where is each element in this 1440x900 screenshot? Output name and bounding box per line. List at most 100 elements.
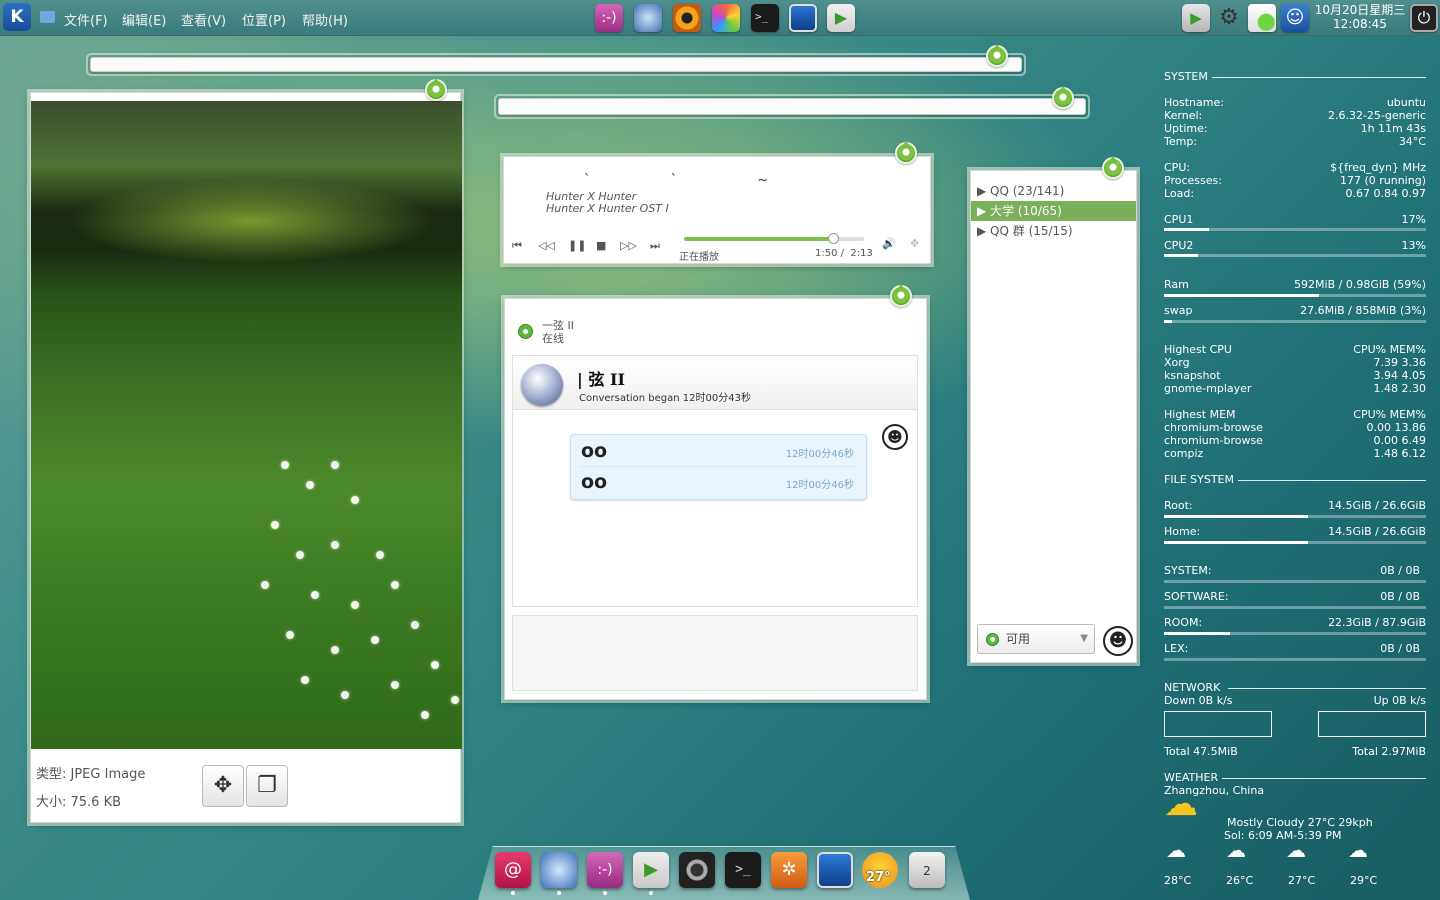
message-input[interactable] xyxy=(512,615,918,691)
row-value: 13% xyxy=(1401,239,1426,252)
pinwheel-icon[interactable] xyxy=(712,4,740,32)
row-label: Home: xyxy=(1164,525,1201,538)
running-indicator xyxy=(511,891,515,895)
kde-menu-icon[interactable]: K xyxy=(3,3,31,31)
menu-view[interactable]: 查看(V) xyxy=(181,10,226,29)
debian-icon[interactable]: @ xyxy=(495,852,531,888)
rain-cloud-icon: ☁ xyxy=(1286,838,1306,862)
hostname-row: Hostname: ubuntu xyxy=(1164,96,1426,109)
row-label: ksnapshot xyxy=(1164,369,1221,382)
forward-icon[interactable]: ▷▷ xyxy=(620,239,637,252)
settings-gear-icon[interactable]: ⚙ xyxy=(1215,4,1243,32)
clock[interactable]: 10月20日星期三 12:08:45 xyxy=(1312,3,1408,31)
chat-icon[interactable]: :-) xyxy=(587,852,623,888)
music-player-window: ` ` ~ Hunter X Hunter Hunter X Hunter OS… xyxy=(503,156,931,264)
second-bar-pin-icon[interactable] xyxy=(1052,86,1074,109)
row-value: ubuntu xyxy=(1386,96,1426,109)
row-value: 22.3GiB / 87.9GiB xyxy=(1328,616,1426,629)
swap-bar xyxy=(1164,320,1426,323)
fs-home-row: Home: 14.5GiB / 26.6GiB xyxy=(1164,525,1426,538)
folder-icon xyxy=(40,11,55,23)
image-viewer-window: 类型: JPEG Image 大小: 75.6 KB ✥ ❐ xyxy=(30,92,462,823)
seek-slider[interactable] xyxy=(684,233,864,244)
buddy-face-icon[interactable]: ☻ xyxy=(882,424,908,450)
row-value: 1h 11m 43s xyxy=(1360,122,1426,135)
elapsed-time: 1:50 / xyxy=(815,248,845,259)
processes-row: Processes: 177 (0 running) xyxy=(1164,174,1426,187)
total-time: 2:13 xyxy=(850,248,873,259)
group-label: 大学 (10/65) xyxy=(990,204,1062,218)
status-dropdown[interactable]: 可用 ▼ xyxy=(977,624,1095,654)
monitor-icon[interactable] xyxy=(817,852,853,888)
group-qq-groups[interactable]: ▶ QQ 群 (15/15) xyxy=(971,221,1136,241)
stop-icon[interactable]: ■ xyxy=(596,239,606,252)
media-player-icon[interactable]: ▶ xyxy=(633,852,669,888)
weather-sun: Sol: 6:09 AM-5:39 PM xyxy=(1224,829,1424,842)
menu-edit[interactable]: 编辑(E) xyxy=(122,10,166,29)
seek-fill xyxy=(684,237,834,241)
player-pin-icon[interactable] xyxy=(895,141,917,164)
ubuntu-icon[interactable]: ✲ xyxy=(771,852,807,888)
network-rate-row: Down 0B k/s Up 0B k/s xyxy=(1164,694,1426,707)
volume-icon[interactable]: 🔊 xyxy=(882,237,896,250)
media-player-icon[interactable]: ▶ xyxy=(827,4,855,32)
pause-icon[interactable]: ❚❚ xyxy=(568,239,586,252)
row-label: Xorg xyxy=(1164,356,1190,369)
group-qq[interactable]: ▶ QQ (23/141) xyxy=(971,181,1136,201)
menu-file[interactable]: 文件(F) xyxy=(64,10,108,29)
process-row: gnome-mplayer 1.48 2.30 xyxy=(1164,382,1426,395)
skip-forward-icon[interactable]: ⏭ xyxy=(650,239,660,253)
divider xyxy=(1212,77,1426,78)
row-label: Uptime: xyxy=(1164,122,1208,135)
seek-handle[interactable] xyxy=(828,233,840,244)
eye-icon[interactable] xyxy=(673,4,701,32)
row-label: swap xyxy=(1164,304,1193,317)
weather-icon[interactable]: 27° xyxy=(862,852,898,888)
drive-row: LEX: 0B / 0B xyxy=(1164,642,1426,655)
browser-icon[interactable] xyxy=(541,852,577,888)
drive-row: ROOM: 22.3GiB / 87.9GiB xyxy=(1164,616,1426,629)
bar-fill xyxy=(1164,254,1199,257)
row-label: Highest CPU xyxy=(1164,343,1232,356)
row-label: SYSTEM: xyxy=(1164,564,1212,577)
phone-icon[interactable]: 2 xyxy=(909,852,945,888)
tray-media-player-icon[interactable]: ▶ xyxy=(1182,4,1210,32)
camera-icon[interactable] xyxy=(679,852,715,888)
row-label: CPU: xyxy=(1164,161,1191,174)
group-university[interactable]: ▶ 大学 (10/65) xyxy=(971,201,1136,221)
play-status: 正在播放 xyxy=(679,252,719,263)
monitor-icon[interactable] xyxy=(789,4,817,32)
buddy-face-icon[interactable]: ☻ xyxy=(1103,626,1133,656)
process-row: chromium-browse 0.00 6.49 xyxy=(1164,434,1426,447)
move-button[interactable]: ✥ xyxy=(202,765,244,807)
accessibility-icon[interactable]: ☺ xyxy=(1281,4,1309,32)
row-label: chromium-browse xyxy=(1164,434,1263,447)
row-value: 1.48 6.12 xyxy=(1373,447,1426,460)
copy-button[interactable]: ❐ xyxy=(246,765,288,807)
forecast-row: 28°C 26°C 27°C 29°C xyxy=(1164,874,1426,887)
rewind-icon[interactable]: ◁◁ xyxy=(538,239,555,252)
message-area[interactable]: oo 12时00分46秒 oo 12时00分46秒 ☻ xyxy=(512,410,918,607)
viewer-pin-icon[interactable] xyxy=(425,78,447,101)
drive-bar xyxy=(1164,606,1426,609)
terminal-icon[interactable]: >_ xyxy=(725,852,761,888)
power-icon[interactable]: ⏻ xyxy=(1410,4,1438,32)
top-bar-pin-icon[interactable] xyxy=(986,44,1008,67)
terminal-icon[interactable]: >_ xyxy=(751,4,779,32)
drag-handle-icon[interactable]: ✥ xyxy=(910,237,919,250)
chat-pin-icon[interactable] xyxy=(890,284,912,307)
load-row: Load: 0.67 0.84 0.97 xyxy=(1164,187,1426,200)
skip-back-icon[interactable]: ⏮ xyxy=(512,239,522,253)
chat-icon[interactable]: :-) xyxy=(595,4,623,32)
menu-help[interactable]: 帮助(H) xyxy=(302,10,348,29)
move-icon: ✥ xyxy=(213,773,233,798)
chevron-down-icon: ▼ xyxy=(1080,633,1088,644)
menu-places[interactable]: 位置(P) xyxy=(242,10,286,29)
row-label: Total 47.5MiB xyxy=(1164,745,1238,758)
cpu2-row: CPU2 13% xyxy=(1164,239,1426,252)
network-total-row: Total 47.5MiB Total 2.97MiB xyxy=(1164,745,1426,758)
network-icon[interactable] xyxy=(1248,4,1276,32)
avatar[interactable] xyxy=(521,364,563,406)
browser-icon[interactable] xyxy=(634,4,662,32)
buddy-pin-icon[interactable] xyxy=(1102,156,1124,179)
